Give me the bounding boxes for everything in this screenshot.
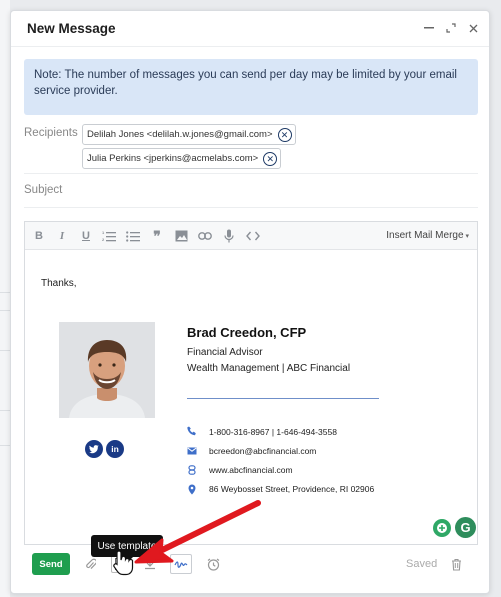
signature-website[interactable]: www.abcfinancial.com [209, 465, 293, 475]
formatting-toolbar: B I U 12 ❞ Insert Mail Merge ▾ [25, 222, 477, 250]
underline-icon[interactable]: U [78, 228, 94, 244]
insert-mail-merge-dropdown[interactable]: Insert Mail Merge ▾ [386, 230, 469, 241]
numbered-list-icon[interactable]: 12 [101, 228, 117, 244]
signature-email[interactable]: bcreedon@abcfinancial.com [209, 446, 316, 456]
body-greeting: Thanks, [41, 278, 77, 289]
background-divider [0, 410, 10, 411]
signature-address: 86 Weybosset Street, Providence, RI 0290… [209, 484, 375, 494]
code-icon[interactable] [245, 228, 261, 244]
signature-photo [59, 322, 155, 418]
recipient-chip[interactable]: Julia Perkins <jperkins@acmelabs.com> ✕ [82, 148, 282, 169]
background-divider [0, 292, 10, 293]
link-icon[interactable] [197, 228, 213, 244]
window-title: New Message [27, 21, 116, 36]
bold-icon[interactable]: B [31, 228, 47, 244]
signature-divider [187, 398, 379, 399]
message-editor[interactable]: B I U 12 ❞ Insert Mail Merge ▾ Thanks, B… [24, 221, 478, 545]
close-icon[interactable] [467, 21, 479, 35]
background-divider [0, 310, 10, 311]
background-divider [0, 350, 10, 351]
expand-icon[interactable] [445, 21, 457, 35]
compose-window: New Message Note: The number of messages… [10, 10, 490, 594]
attachment-icon[interactable] [83, 556, 99, 572]
recipient-chip-label: Delilah Jones <delilah.w.jones@gmail.com… [87, 129, 273, 140]
use-template-tooltip: Use template [91, 535, 163, 562]
trash-icon[interactable] [448, 556, 464, 572]
divider [24, 207, 478, 208]
chevron-down-icon: ▾ [463, 233, 469, 240]
mail-merge-label: Insert Mail Merge [386, 230, 464, 241]
divider [24, 173, 478, 174]
saved-status: Saved [406, 558, 438, 570]
send-button[interactable]: Send [32, 553, 70, 575]
sending-limit-note: Note: The number of messages you can sen… [24, 59, 478, 115]
location-icon [187, 484, 197, 494]
alarm-clock-icon[interactable] [205, 556, 221, 572]
signature-name: Brad Creedon, CFP [187, 325, 307, 340]
twitter-icon[interactable] [85, 440, 103, 458]
italic-icon[interactable]: I [54, 228, 70, 244]
grammarly-assistant-icon[interactable] [433, 519, 451, 537]
remove-recipient-icon[interactable]: ✕ [277, 128, 292, 142]
recipient-chip[interactable]: Delilah Jones <delilah.w.jones@gmail.com… [82, 124, 296, 145]
phone-icon [187, 426, 197, 436]
insert-icon[interactable] [142, 556, 158, 572]
quote-icon[interactable]: ❞ [149, 228, 165, 244]
website-icon [187, 465, 197, 475]
linkedin-icon[interactable]: in [106, 440, 124, 458]
background-panel [0, 0, 10, 597]
grammarly-icon[interactable]: G [455, 517, 476, 538]
minimize-icon[interactable] [423, 21, 435, 35]
svg-text:1: 1 [102, 230, 105, 235]
microphone-icon[interactable] [221, 228, 237, 244]
subject-label: Subject [24, 184, 63, 196]
remove-recipient-icon[interactable]: ✕ [263, 152, 278, 166]
bullet-list-icon[interactable] [125, 228, 141, 244]
image-icon[interactable] [173, 228, 189, 244]
recipients-label: Recipients [24, 127, 78, 139]
signature-phone: 1-800-316-8967 | 1-646-494-3558 [209, 427, 337, 437]
recipient-chip-label: Julia Perkins <jperkins@acmelabs.com> [87, 153, 259, 164]
signature-role: Financial Advisor [187, 347, 263, 358]
title-bar: New Message [11, 11, 489, 47]
signature-company: Wealth Management | ABC Financial [187, 363, 351, 374]
background-divider [0, 445, 10, 446]
svg-text:2: 2 [102, 237, 105, 242]
email-icon [187, 446, 197, 456]
signature-icon[interactable] [170, 554, 192, 574]
